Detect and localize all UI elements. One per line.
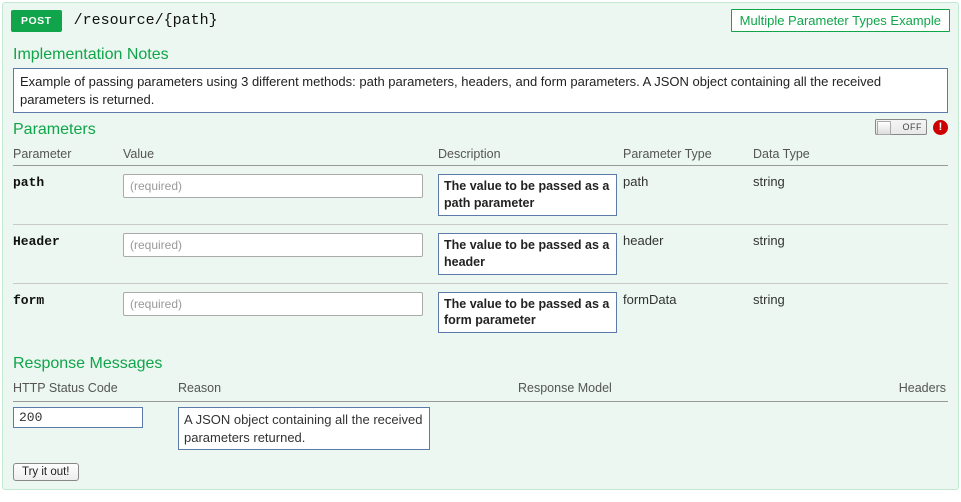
- param-data-type: string: [753, 166, 948, 225]
- param-description: The value to be passed as a path paramet…: [438, 174, 617, 216]
- col-value: Value: [123, 143, 438, 166]
- param-description: The value to be passed as a header: [438, 233, 617, 275]
- operation-summary: Multiple Parameter Types Example: [731, 9, 950, 32]
- response-messages-title: Response Messages: [13, 355, 948, 373]
- responses-table: HTTP Status Code Reason Response Model H…: [13, 377, 948, 455]
- table-row: form The value to be passed as a form pa…: [13, 283, 948, 341]
- endpoint-path[interactable]: /resource/{path}: [74, 12, 731, 29]
- param-value-input[interactable]: [123, 233, 423, 257]
- response-status-code: 200: [13, 407, 143, 428]
- try-it-out-button[interactable]: Try it out!: [13, 463, 79, 481]
- col-response-model: Response Model: [518, 377, 868, 402]
- implementation-notes-text: Example of passing parameters using 3 di…: [13, 68, 948, 113]
- http-method-badge: POST: [11, 10, 62, 32]
- operation-body: Implementation Notes Example of passing …: [3, 36, 958, 481]
- parameters-table: Parameter Value Description Parameter Ty…: [13, 143, 948, 341]
- param-type: formData: [623, 283, 753, 341]
- off-toggle[interactable]: OFF: [875, 119, 927, 135]
- responses-header-row: HTTP Status Code Reason Response Model H…: [13, 377, 948, 402]
- alert-icon[interactable]: !: [933, 120, 948, 135]
- col-data-type: Data Type: [753, 143, 948, 166]
- col-http-status: HTTP Status Code: [13, 377, 178, 402]
- parameters-header-row: Parameter Value Description Parameter Ty…: [13, 143, 948, 166]
- param-value-input[interactable]: [123, 174, 423, 198]
- operation-panel: POST /resource/{path} Multiple Parameter…: [2, 2, 959, 490]
- param-data-type: string: [753, 283, 948, 341]
- table-row: 200 A JSON object containing all the rec…: [13, 402, 948, 456]
- param-type: header: [623, 224, 753, 283]
- operation-header: POST /resource/{path} Multiple Parameter…: [3, 3, 958, 36]
- response-model: [518, 402, 868, 456]
- table-row: path The value to be passed as a path pa…: [13, 166, 948, 225]
- param-data-type: string: [753, 224, 948, 283]
- response-headers: [868, 402, 948, 456]
- col-description: Description: [438, 143, 623, 166]
- param-type: path: [623, 166, 753, 225]
- col-parameter: Parameter: [13, 143, 123, 166]
- table-row: Header The value to be passed as a heade…: [13, 224, 948, 283]
- parameters-title: Parameters: [13, 121, 948, 139]
- implementation-notes-title: Implementation Notes: [13, 46, 948, 64]
- response-reason: A JSON object containing all the receive…: [178, 407, 430, 450]
- param-value-input[interactable]: [123, 292, 423, 316]
- col-headers: Headers: [868, 377, 948, 402]
- param-name: form: [13, 293, 44, 308]
- col-reason: Reason: [178, 377, 518, 402]
- col-parameter-type: Parameter Type: [623, 143, 753, 166]
- param-name: Header: [13, 234, 60, 249]
- param-description: The value to be passed as a form paramet…: [438, 292, 617, 334]
- param-name: path: [13, 175, 44, 190]
